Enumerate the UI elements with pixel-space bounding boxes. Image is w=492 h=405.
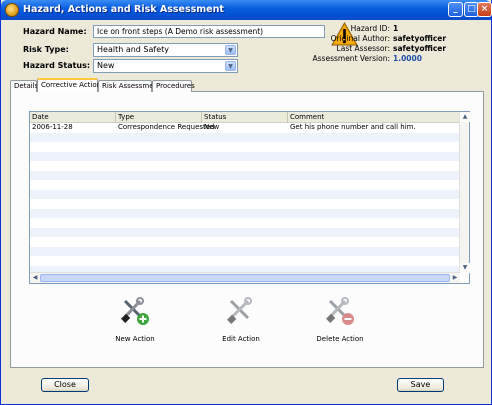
save-button[interactable]: Save: [397, 378, 444, 392]
empty-row: [30, 246, 460, 256]
tab-corrective-actions[interactable]: Corrective Actions: [37, 78, 105, 92]
corrective-actions-table[interactable]: Date Type Status Comment 2006-11-28 Corr…: [29, 111, 470, 284]
scroll-right-icon[interactable]: ▶: [450, 273, 460, 283]
empty-row: [30, 227, 460, 237]
column-header-status[interactable]: Status: [202, 112, 288, 123]
cell-status: New: [204, 123, 220, 131]
hazard-id-value: 1: [393, 24, 399, 33]
empty-row: [30, 170, 460, 180]
last-assessor-value: safetyofficer: [393, 44, 447, 53]
tools-add-icon: [121, 297, 149, 325]
assessment-version-row: Assessment Version: 1.0000: [313, 54, 451, 63]
hazard-status-value: New: [97, 61, 115, 70]
edit-action-label: Edit Action: [222, 335, 260, 343]
minimize-button[interactable]: _: [448, 2, 463, 17]
chevron-down-icon[interactable]: ▼: [225, 45, 236, 55]
risk-type-label: Risk Type:: [23, 45, 69, 54]
app-icon: [5, 3, 19, 17]
horizontal-scrollbar[interactable]: ◀ ▶: [30, 272, 460, 283]
edit-action-button[interactable]: Edit Action: [211, 296, 271, 343]
new-action-button[interactable]: New Action: [105, 296, 165, 343]
title-bar[interactable]: Hazard, Actions and Risk Assessment _ □ …: [1, 0, 492, 20]
tab-details[interactable]: Details: [10, 80, 38, 92]
hazard-id-label: Hazard ID:: [350, 24, 390, 33]
empty-row: [30, 199, 460, 209]
hazard-status-label: Hazard Status:: [23, 61, 91, 70]
table-body: 2006-11-28 Correspondence Requested New …: [30, 123, 460, 273]
assessment-version-value: 1.0000: [393, 54, 422, 63]
tools-delete-icon: [326, 297, 354, 325]
risk-type-value: Health and Safety: [97, 45, 169, 54]
cell-type: Correspondence Requested: [118, 123, 215, 131]
cell-comment: Get his phone number and call him.: [290, 123, 416, 131]
empty-row: [30, 161, 460, 171]
delete-action-button[interactable]: Delete Action: [310, 296, 370, 343]
empty-row: [30, 256, 460, 266]
empty-row: [30, 151, 460, 161]
scroll-up-icon[interactable]: ▲: [460, 112, 470, 122]
last-assessor-label: Last Assessor:: [336, 44, 390, 53]
hazard-id-row: Hazard ID: 1: [351, 24, 451, 33]
cell-date: 2006-11-28: [32, 123, 73, 131]
original-author-label: Original Author:: [330, 34, 390, 43]
assessment-version-label: Assessment Version:: [312, 54, 390, 63]
hazard-name-input[interactable]: Ice on front steps (A Demo risk assessme…: [93, 25, 325, 38]
column-header-type[interactable]: Type: [116, 112, 202, 123]
empty-row: [30, 218, 460, 228]
column-header-comment[interactable]: Comment: [288, 112, 460, 123]
original-author-row: Original Author: safetyofficer: [331, 34, 451, 43]
window-title: Hazard, Actions and Risk Assessment: [23, 4, 224, 15]
risk-type-select[interactable]: Health and Safety ▼: [93, 43, 238, 57]
tab-procedures[interactable]: Procedures: [152, 80, 195, 92]
table-row[interactable]: 2006-11-28 Correspondence Requested New …: [30, 123, 460, 133]
scroll-left-icon[interactable]: ◀: [30, 273, 40, 283]
empty-row: [30, 180, 460, 190]
empty-row: [30, 142, 460, 152]
delete-action-label: Delete Action: [316, 335, 364, 343]
original-author-value: safetyofficer: [393, 34, 447, 43]
scroll-down-icon[interactable]: ▼: [460, 263, 470, 273]
empty-row: [30, 132, 460, 142]
table-header: Date Type Status Comment: [30, 112, 460, 123]
chevron-down-icon[interactable]: ▼: [225, 61, 236, 71]
empty-row: [30, 208, 460, 218]
tools-icon: [227, 297, 252, 324]
tab-risk-assessment[interactable]: Risk Assessment: [98, 80, 161, 92]
empty-row: [30, 237, 460, 247]
hazard-window: Hazard, Actions and Risk Assessment _ □ …: [0, 0, 492, 405]
close-window-button[interactable]: ×: [477, 2, 492, 17]
horizontal-scroll-thumb[interactable]: [40, 274, 450, 282]
empty-row: [30, 189, 460, 199]
column-header-date[interactable]: Date: [30, 112, 116, 123]
hazard-status-select[interactable]: New ▼: [93, 59, 238, 73]
last-assessor-row: Last Assessor: safetyofficer: [337, 44, 451, 53]
vertical-scrollbar[interactable]: ▲ ▼: [459, 112, 470, 273]
hazard-name-label: Hazard Name:: [23, 27, 87, 36]
close-button[interactable]: Close: [41, 378, 89, 392]
new-action-label: New Action: [115, 335, 155, 343]
